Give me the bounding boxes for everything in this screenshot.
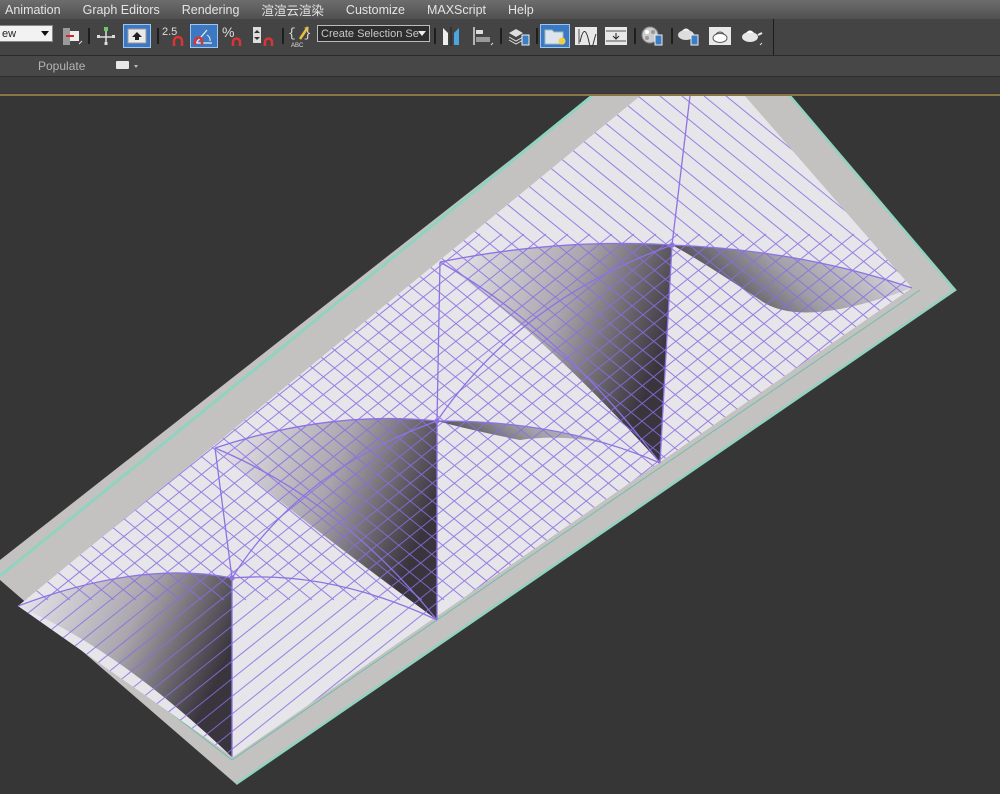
scene-explorer-button[interactable] (540, 24, 570, 48)
schematic-view-button[interactable] (602, 24, 630, 48)
reference-coordinate-value: ew (2, 27, 17, 40)
mirror-icon (443, 27, 459, 46)
named-selection-sets-placeholder: Create Selection Se (321, 27, 419, 40)
menu-graph-editors[interactable]: Graph Editors (72, 3, 171, 17)
toolbar-separator (157, 28, 159, 44)
edit-named-selection-button[interactable]: { } ABC (286, 24, 312, 49)
toolbar-separator (282, 28, 284, 44)
align-icon (473, 27, 494, 46)
ribbon-tab-populate[interactable]: Populate (38, 59, 85, 73)
layer-manager-button[interactable] (505, 24, 533, 48)
toolbar-separator (536, 28, 538, 44)
chevron-down-icon (418, 31, 426, 36)
menu-rendering[interactable]: Rendering (171, 3, 251, 17)
main-toolbar: ew 2.5 % { } ABC Create Selection Se (0, 19, 1000, 56)
curve-editor-button[interactable] (572, 24, 600, 48)
snap-value-text: 2.5 (162, 26, 177, 38)
select-and-place-button[interactable] (123, 24, 151, 48)
wireframe-line (924, 234, 1000, 794)
select-and-move-button[interactable] (94, 24, 118, 48)
percent-label: % (222, 24, 234, 40)
select-and-move-icon (97, 27, 115, 45)
layer-manager-icon (508, 29, 530, 46)
wireframe-line (0, 96, 4, 600)
toolbar-separator (500, 28, 502, 44)
chevron-down-icon[interactable] (134, 65, 138, 68)
render-setup-button[interactable] (675, 24, 703, 48)
chevron-down-icon (41, 31, 49, 36)
menu-customize[interactable]: Customize (335, 3, 416, 17)
snaps-toggle-icon: 2.5 (162, 26, 184, 46)
render-production-button[interactable] (737, 24, 765, 48)
select-and-link-icon (63, 28, 83, 45)
menu-animation[interactable]: Animation (0, 3, 72, 17)
wireframe-line (968, 234, 1000, 794)
reference-coordinate-dropdown[interactable]: ew (0, 25, 53, 42)
perspective-viewport[interactable] (0, 96, 1000, 794)
wireframe-line (18, 233, 41, 757)
menu-help[interactable]: Help (497, 3, 545, 17)
menu-cloud-render[interactable]: 渲渲云渲染 (250, 0, 335, 19)
wireframe-line (857, 96, 912, 601)
vault-ceiling-model[interactable] (0, 96, 1000, 794)
curve-editor-icon (575, 27, 597, 47)
percent-snap-button[interactable]: % (220, 24, 246, 48)
menu-bar: Animation Graph Editors Rendering 渲渲云渲染 … (0, 0, 1000, 19)
spinner-snap-icon (253, 27, 274, 46)
material-editor-icon (641, 26, 663, 46)
material-editor-button[interactable] (639, 24, 667, 48)
vault-apex-vertex (669, 242, 675, 248)
named-selection-sets-dropdown[interactable]: Create Selection Se (317, 25, 430, 42)
ribbon-toggle-icon[interactable] (116, 61, 129, 69)
rendered-frame-window-button[interactable] (706, 24, 734, 48)
wireframe-line (18, 233, 19, 757)
toolbar-separator (88, 28, 90, 44)
abc-label: ABC (291, 43, 304, 49)
wireframe-line (901, 233, 912, 757)
wireframe-line (946, 234, 1000, 794)
toolbar-separator (634, 28, 636, 44)
menu-maxscript[interactable]: MAXScript (416, 3, 497, 17)
vault-apex-vertex (229, 575, 235, 581)
toolbar-separator (671, 28, 673, 44)
percent-snap-icon: % (222, 24, 242, 46)
mirror-button[interactable] (439, 24, 463, 48)
align-button[interactable] (469, 24, 495, 48)
wireframe-line (18, 96, 27, 601)
wireframe-line (990, 234, 1000, 794)
snaps-toggle-button[interactable]: 2.5 (161, 24, 189, 48)
angle-snap-icon (193, 29, 212, 45)
spinner-snap-button[interactable] (251, 24, 277, 48)
ribbon-bar: Populate (0, 56, 1000, 77)
render-production-icon (742, 30, 763, 46)
vault-apex-vertex (434, 418, 440, 424)
rendered-frame-window-icon (709, 27, 731, 45)
angle-snap-button[interactable] (190, 24, 218, 48)
wireframe-line (18, 233, 63, 757)
toolbar-separator (434, 28, 436, 44)
schematic-view-icon (605, 27, 627, 45)
wireframe-line (18, 96, 49, 601)
select-and-link-button[interactable] (59, 24, 85, 48)
edit-named-selection-icon: { }ABC (288, 26, 311, 49)
ribbon-panel-strip (0, 77, 1000, 93)
scene-explorer-icon (544, 29, 566, 45)
select-and-place-icon (127, 28, 147, 44)
render-setup-icon (678, 28, 699, 46)
